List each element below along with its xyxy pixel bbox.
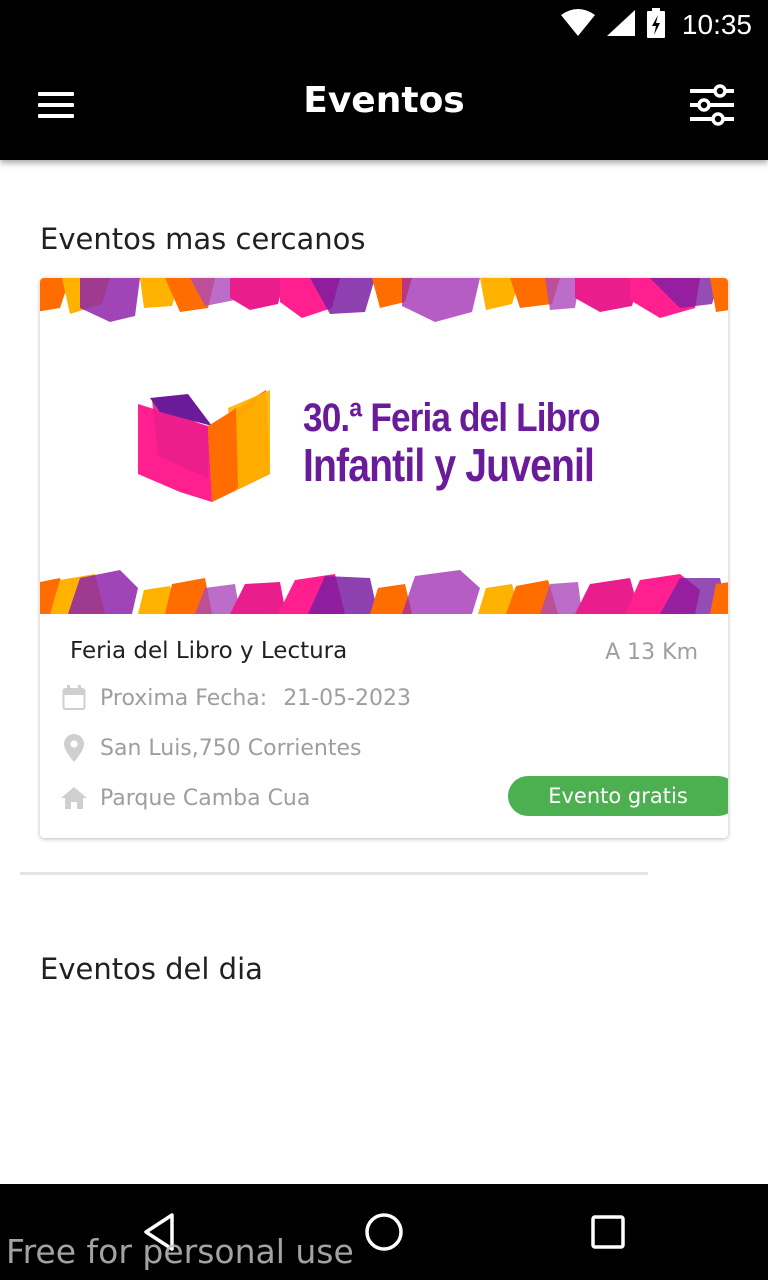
home-icon — [60, 784, 88, 812]
home-button[interactable] — [354, 1206, 414, 1258]
banner-heading-line2: Infantil y Juvenil — [303, 439, 595, 491]
event-place-row: Parque Camba Cua — [60, 782, 310, 814]
recents-button[interactable] — [578, 1206, 638, 1258]
event-date-value: 21-05-2023 — [283, 685, 412, 711]
cell-signal-icon — [606, 9, 636, 41]
calendar-icon — [60, 684, 88, 712]
event-distance: A 13 Km — [605, 640, 698, 665]
section-title-today: Eventos del dia — [40, 952, 263, 986]
recents-icon — [591, 1215, 625, 1249]
event-date-label: Proxima Fecha: — [100, 685, 268, 711]
banner-heading-line1: 30.ª Feria del Libro — [303, 396, 601, 440]
app-bar: Eventos — [0, 50, 768, 160]
banner-heading: 30.ª Feria del Libro Infantil y Juvenil — [303, 398, 645, 488]
status-icons: 10:35 — [560, 8, 752, 42]
filter-button[interactable] — [688, 83, 736, 127]
clock: 10:35 — [681, 9, 752, 40]
section-divider — [20, 872, 648, 875]
event-date-row: Proxima Fecha: 21-05-2023 — [60, 682, 411, 714]
event-card[interactable]: 30.ª Feria del Libro Infantil y Juvenil … — [40, 278, 728, 838]
battery-charging-icon — [646, 8, 666, 42]
status-bar: 10:35 — [0, 0, 768, 50]
event-address-row: San Luis,750 Corrientes — [60, 732, 362, 764]
home-circle-icon — [365, 1213, 403, 1251]
event-address: San Luis,750 Corrientes — [100, 735, 362, 761]
wifi-icon — [560, 9, 596, 41]
event-place: Parque Camba Cua — [100, 785, 311, 811]
watermark-text: Free for personal use — [6, 1232, 354, 1271]
location-pin-icon — [60, 734, 88, 762]
section-title-nearest: Eventos mas cercanos — [40, 222, 366, 256]
page-title: Eventos — [303, 80, 465, 121]
free-event-badge: Evento gratis — [508, 776, 728, 816]
event-name: Feria del Libro y Lectura — [70, 638, 348, 664]
event-banner-image: 30.ª Feria del Libro Infantil y Juvenil — [40, 278, 728, 614]
filter-sliders-icon — [690, 84, 734, 126]
